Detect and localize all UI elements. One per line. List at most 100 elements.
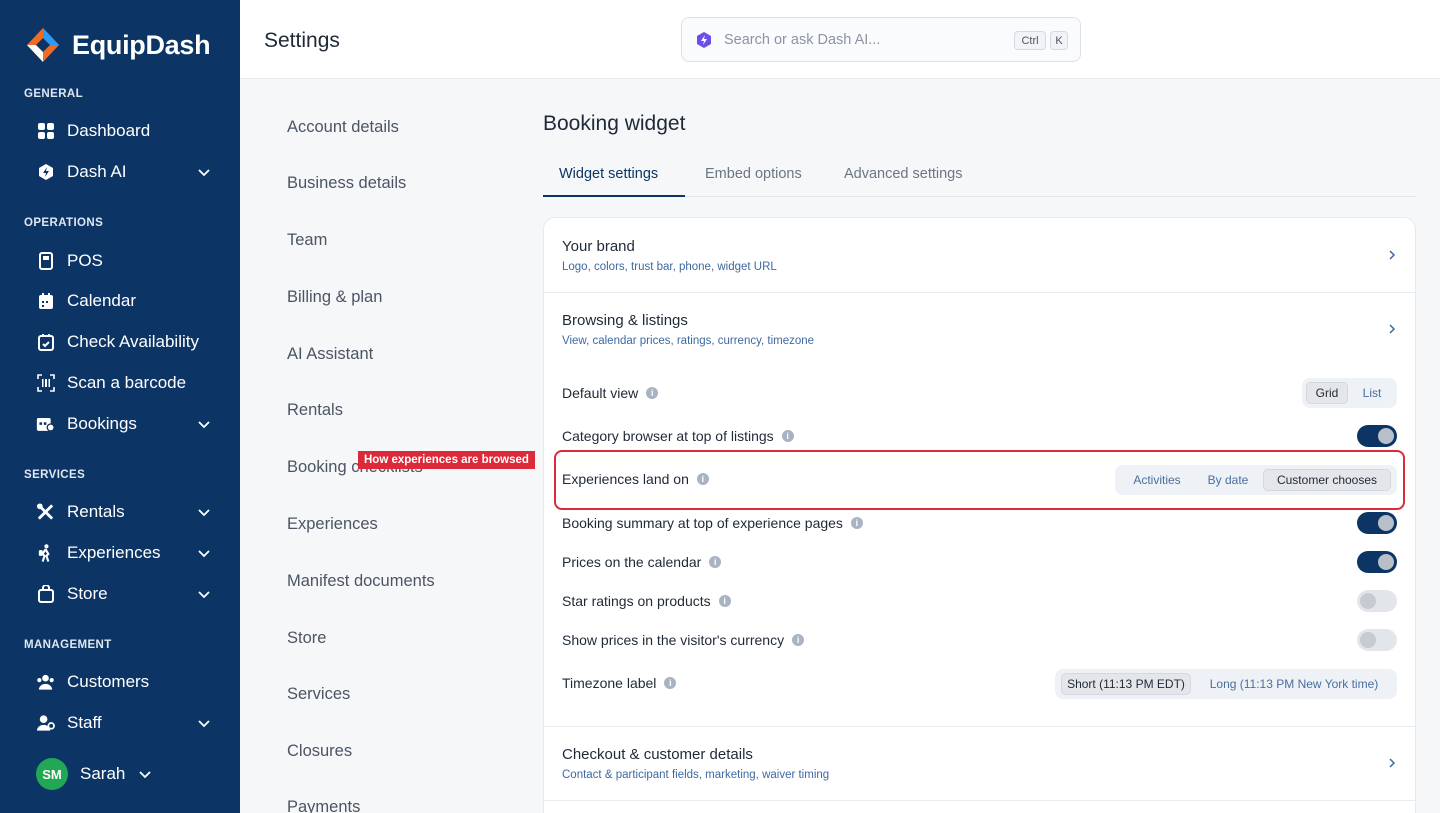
- chevron-down-icon[interactable]: [196, 504, 212, 520]
- setting-category-browser: Category browser at top of listings i: [562, 428, 794, 444]
- brand[interactable]: EquipDash: [24, 26, 211, 64]
- section-checkout[interactable]: Checkout & customer details Contact & pa…: [562, 746, 1382, 781]
- info-icon[interactable]: i: [709, 556, 722, 568]
- sidebar-item-dashboard[interactable]: Dashboard: [36, 116, 216, 146]
- info-icon[interactable]: i: [664, 677, 677, 689]
- kbd-k: K: [1050, 31, 1068, 50]
- info-icon[interactable]: i: [781, 430, 794, 442]
- setting-label: Timezone label: [562, 675, 657, 691]
- sidebar-item-experiences[interactable]: Experiences: [36, 538, 216, 568]
- sidebar-item-staff[interactable]: Staff: [36, 708, 216, 738]
- brand-name: EquipDash: [72, 29, 211, 60]
- user-menu[interactable]: SM Sarah: [36, 758, 153, 790]
- divider: [544, 800, 1415, 801]
- chevron-right-icon[interactable]: [1387, 250, 1397, 260]
- sidebar-item-label: Calendar: [67, 291, 136, 310]
- settings-nav-manifest-documents[interactable]: Manifest documents: [287, 572, 435, 591]
- sidebar-item-customers[interactable]: Customers: [36, 667, 216, 697]
- bookings-icon: [36, 415, 55, 434]
- setting-label: Prices on the calendar: [562, 554, 702, 570]
- settings-nav-billing[interactable]: Billing & plan: [287, 288, 382, 307]
- tab-embed-options[interactable]: Embed options: [705, 166, 802, 182]
- star-ratings-toggle[interactable]: [1357, 590, 1397, 612]
- divider: [544, 726, 1415, 727]
- visitor-currency-toggle[interactable]: [1357, 629, 1397, 651]
- chevron-down-icon[interactable]: [196, 164, 212, 180]
- option-grid[interactable]: Grid: [1306, 382, 1348, 404]
- info-icon[interactable]: i: [792, 634, 805, 646]
- setting-label: Category browser at top of listings: [562, 428, 774, 444]
- tab-bar: Widget settings Embed options Advanced s…: [543, 158, 1416, 197]
- sidebar-item-label: Scan a barcode: [67, 373, 187, 392]
- info-icon[interactable]: i: [850, 517, 863, 529]
- settings-nav-account-details[interactable]: Account details: [287, 118, 399, 137]
- sidebar-item-label: Store: [67, 584, 108, 603]
- booking-summary-toggle[interactable]: [1357, 512, 1397, 534]
- rentals-tools-icon: [36, 503, 55, 522]
- chevron-down-icon[interactable]: [196, 715, 212, 731]
- toggle-knob: [1360, 593, 1376, 609]
- option-short-timezone[interactable]: Short (11:13 PM EDT): [1061, 673, 1191, 695]
- settings-nav-store[interactable]: Store: [287, 629, 326, 648]
- sidebar-item-check-availability[interactable]: Check Availability: [36, 327, 216, 357]
- chevron-down-icon[interactable]: [137, 766, 153, 782]
- setting-booking-summary: Booking summary at top of experience pag…: [562, 515, 863, 531]
- chevron-down-icon[interactable]: [196, 586, 212, 602]
- settings-nav-payments[interactable]: Payments: [287, 798, 360, 813]
- option-long-timezone[interactable]: Long (11:13 PM New York time): [1197, 673, 1391, 695]
- sidebar-item-dash-ai[interactable]: Dash AI: [36, 157, 216, 187]
- settings-nav-services[interactable]: Services: [287, 685, 350, 704]
- prices-calendar-toggle[interactable]: [1357, 551, 1397, 573]
- tab-widget-settings[interactable]: Widget settings: [559, 166, 658, 182]
- chevron-down-icon[interactable]: [196, 416, 212, 432]
- option-list[interactable]: List: [1352, 382, 1392, 404]
- chevron-right-icon[interactable]: [1387, 324, 1397, 334]
- settings-nav-closures[interactable]: Closures: [287, 742, 352, 761]
- info-icon[interactable]: i: [718, 595, 731, 607]
- chevron-down-icon[interactable]: [196, 545, 212, 561]
- settings-card: Your brand Logo, colors, trust bar, phon…: [543, 217, 1416, 813]
- section-services: SERVICES: [24, 469, 86, 481]
- section-heading: Your brand: [562, 238, 635, 255]
- sidebar-item-rentals[interactable]: Rentals: [36, 497, 216, 527]
- settings-nav-team[interactable]: Team: [287, 231, 327, 250]
- chevron-right-icon[interactable]: [1387, 758, 1397, 768]
- timezone-label-segmented: Short (11:13 PM EDT) Long (11:13 PM New …: [1055, 669, 1397, 699]
- section-your-brand[interactable]: Your brand Logo, colors, trust bar, phon…: [562, 238, 1382, 273]
- grid-icon: [36, 122, 55, 141]
- sidebar-item-scan-barcode[interactable]: Scan a barcode: [36, 368, 216, 398]
- sidebar-item-label: Bookings: [67, 414, 137, 433]
- settings-nav-experiences[interactable]: Experiences: [287, 515, 378, 534]
- info-icon[interactable]: i: [646, 387, 659, 399]
- section-browsing-listings[interactable]: Browsing & listings View, calendar price…: [562, 312, 1382, 347]
- user-name: Sarah: [80, 764, 126, 783]
- search-input[interactable]: Search or ask Dash AI... Ctrl K: [681, 17, 1081, 62]
- sidebar-item-calendar[interactable]: Calendar: [36, 286, 216, 316]
- setting-label: Show prices in the visitor's currency: [562, 632, 785, 648]
- sidebar-item-bookings[interactable]: Bookings: [36, 409, 216, 439]
- section-subtitle: Contact & participant fields, marketing,…: [562, 769, 830, 781]
- category-browser-toggle[interactable]: [1357, 425, 1397, 447]
- setting-label: Booking summary at top of experience pag…: [562, 515, 843, 531]
- active-tab-indicator: [543, 195, 685, 197]
- search-placeholder: Search or ask Dash AI...: [724, 32, 881, 48]
- toggle-knob: [1378, 428, 1394, 444]
- hiker-icon: [36, 544, 55, 563]
- settings-nav-rentals[interactable]: Rentals: [287, 401, 343, 420]
- section-title: Booking widget: [543, 112, 686, 135]
- sidebar-item-label: POS: [67, 251, 103, 270]
- setting-label: Star ratings on products: [562, 593, 711, 609]
- sidebar-item-label: Dashboard: [67, 121, 151, 140]
- equipdash-logo-icon: [27, 28, 59, 62]
- dash-ai-icon: [697, 32, 711, 48]
- section-operations: OPERATIONS: [24, 217, 104, 229]
- sidebar-item-pos[interactable]: POS: [36, 246, 216, 276]
- setting-visitor-currency: Show prices in the visitor's currency i: [562, 632, 805, 648]
- settings-nav-ai-assistant[interactable]: AI Assistant: [287, 345, 373, 364]
- section-subtitle: View, calendar prices, ratings, currency…: [562, 335, 815, 347]
- sidebar-item-store[interactable]: Store: [36, 579, 216, 609]
- settings-nav-business-details[interactable]: Business details: [287, 174, 406, 193]
- annotation-highlight-box: [554, 450, 1405, 510]
- section-management: MANAGEMENT: [24, 639, 112, 651]
- tab-advanced-settings[interactable]: Advanced settings: [844, 166, 963, 182]
